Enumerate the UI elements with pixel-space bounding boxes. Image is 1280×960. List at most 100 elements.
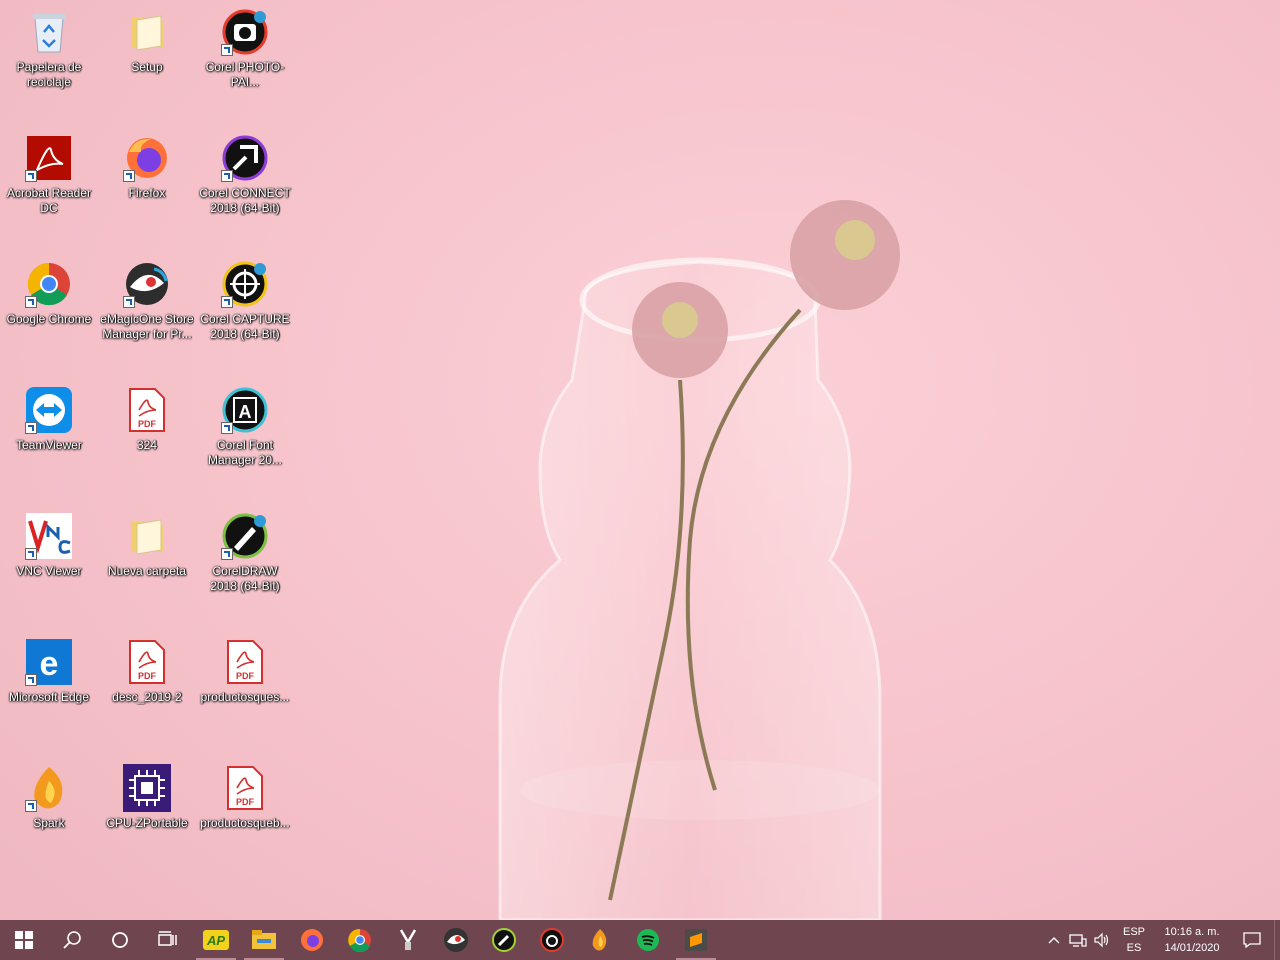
taskbar-spotify[interactable]: [624, 920, 672, 960]
desktop-icon-label: productosques...: [200, 690, 290, 704]
corel-capture-icon: [221, 260, 269, 308]
show-hidden-icons-button[interactable]: [1042, 920, 1066, 960]
desktop-icon-label: Corel PHOTO-PAI...: [205, 60, 285, 89]
pdf-file-icon: PDF: [221, 638, 269, 686]
desktop-icon-corel-photo-pai[interactable]: Corel PHOTO-PAI...: [197, 2, 293, 122]
shortcut-arrow-icon: [123, 170, 135, 182]
taskbar-ap-app[interactable]: AP: [192, 920, 240, 960]
desktop-icon-label: CorelDRAW 2018 (64-Bit): [210, 564, 280, 593]
pdf-file-icon: PDF: [123, 386, 171, 434]
speaker-icon: [1094, 932, 1109, 948]
firefox-icon: [301, 929, 323, 951]
desktop-icon-productosqueb[interactable]: PDF productosqueb...: [197, 758, 293, 878]
ap-app-icon: AP: [203, 930, 229, 950]
desktop-icon-corel-connect-2018-64-bit[interactable]: Corel CONNECT 2018 (64-Bit): [197, 128, 293, 248]
desktop-icon-label: Nueva carpeta: [107, 564, 187, 578]
spotify-icon: [637, 929, 659, 951]
start-icon: [15, 931, 33, 949]
taskbar-chrome[interactable]: [336, 920, 384, 960]
desktop-icon-label: Acrobat Reader DC: [6, 186, 92, 215]
file-explorer-icon: [252, 930, 276, 949]
folder-icon: [123, 512, 171, 560]
clock[interactable]: 10:16 a. m. 14/01/2020: [1154, 924, 1230, 956]
svg-text:A: A: [239, 402, 252, 422]
desktop-icon-microsoft-edge[interactable]: e Microsoft Edge: [1, 632, 97, 752]
svg-text:PDF: PDF: [236, 671, 255, 681]
volume-button[interactable]: [1090, 920, 1114, 960]
desktop-icon-productosques[interactable]: PDF productosques...: [197, 632, 293, 752]
emagicone-icon: [123, 260, 171, 308]
task-view-button[interactable]: [144, 920, 192, 960]
desktop-icon-label: VNC Viewer: [16, 564, 82, 578]
corel-font-manager-icon: A: [221, 386, 269, 434]
start-button[interactable]: [0, 920, 48, 960]
desktop-icon-desc-2019-2[interactable]: PDF desc_2019-2: [99, 632, 195, 752]
desktop-icon-google-chrome[interactable]: Google Chrome: [1, 254, 97, 374]
taskbar-corel-connect[interactable]: [480, 920, 528, 960]
recycle-bin-icon: [25, 8, 73, 56]
svg-text:PDF: PDF: [138, 419, 157, 429]
taskbar: AP ESP ES 10:16 a. m. 14/01/2020: [0, 920, 1280, 960]
taskbar-emagicone[interactable]: [432, 920, 480, 960]
desktop-icon-teamviewer[interactable]: TeamViewer: [1, 380, 97, 500]
taskbar-file-explorer[interactable]: [240, 920, 288, 960]
shortcut-arrow-icon: [221, 44, 233, 56]
svg-text:PDF: PDF: [138, 671, 157, 681]
desktop-icon-label: Google Chrome: [6, 312, 92, 326]
desktop-icon-setup[interactable]: Setup: [99, 2, 195, 122]
desktop-icon-spark[interactable]: Spark: [1, 758, 97, 878]
action-center-button[interactable]: [1230, 920, 1274, 960]
network-button[interactable]: [1066, 920, 1090, 960]
spark-icon: [25, 764, 73, 812]
task-view-icon: [158, 931, 177, 946]
desktop-icon-label: Papelera de reciclaje: [16, 60, 82, 89]
desktop-icon-emagicone-store-manager-for-pr[interactable]: eMagicOne Store Manager for Pr...: [99, 254, 195, 374]
shortcut-arrow-icon: [25, 800, 37, 812]
shortcut-arrow-icon: [221, 296, 233, 308]
taskbar-tool-app[interactable]: [384, 920, 432, 960]
desktop-icon-corel-capture-2018-64-bit[interactable]: Corel CAPTURE 2018 (64-Bit): [197, 254, 293, 374]
cortana-button[interactable]: [96, 920, 144, 960]
desktop-icon-label: Corel CAPTURE 2018 (64-Bit): [200, 312, 290, 341]
clock-time: 10:16 a. m.: [1164, 926, 1220, 938]
desktop-icon-papelera-de-reciclaje[interactable]: Papelera de reciclaje: [1, 2, 97, 122]
taskbar-spark[interactable]: [576, 920, 624, 960]
desktop-icon-label: Firefox: [128, 186, 166, 200]
cpu-z-icon: [123, 764, 171, 812]
desktop-icon-firefox[interactable]: Firefox: [99, 128, 195, 248]
search-button[interactable]: [48, 920, 96, 960]
svg-text:PDF: PDF: [236, 797, 255, 807]
taskbar-firefox[interactable]: [288, 920, 336, 960]
clock-date: 14/01/2020: [1164, 942, 1220, 954]
desktop-icon-coreldraw-2018-64-bit[interactable]: CorelDRAW 2018 (64-Bit): [197, 506, 293, 626]
taskbar-sublime-text[interactable]: [672, 920, 720, 960]
desktop-icon-label: Microsoft Edge: [8, 690, 90, 704]
chrome-icon: [25, 260, 73, 308]
pdf-file-icon: PDF: [123, 638, 171, 686]
desktop-icon-label: Corel CONNECT 2018 (64-Bit): [199, 186, 291, 215]
desktop-icon-label: productosqueb...: [200, 816, 290, 830]
cortana-icon: [112, 932, 128, 948]
shortcut-arrow-icon: [25, 548, 37, 560]
chevron-up-icon: [1048, 937, 1060, 944]
shortcut-arrow-icon: [25, 170, 37, 182]
corel-photo-paint-icon: [221, 8, 269, 56]
desktop-icon-nueva-carpeta[interactable]: Nueva carpeta: [99, 506, 195, 626]
corel-photo-paint-icon: [540, 928, 564, 952]
shortcut-arrow-icon: [25, 296, 37, 308]
taskbar-corel-photo-paint[interactable]: [528, 920, 576, 960]
desktop-icon-cpu-zportable[interactable]: CPU-ZPortable: [99, 758, 195, 878]
desktop-icon-vnc-viewer[interactable]: VNC Viewer: [1, 506, 97, 626]
desktop-icon-corel-font-manager-20[interactable]: A Corel Font Manager 20...: [197, 380, 293, 500]
corel-connect-icon: [492, 928, 516, 952]
desktop-icon-label: Corel Font Manager 20...: [207, 438, 283, 467]
desktop-icon-324[interactable]: PDF 324: [99, 380, 195, 500]
input-language[interactable]: ESP ES: [1114, 924, 1154, 956]
shortcut-arrow-icon: [221, 422, 233, 434]
shortcut-arrow-icon: [123, 296, 135, 308]
acrobat-reader-icon: [25, 134, 73, 182]
language-code: ESP: [1122, 926, 1145, 938]
desktop-icon-label: desc_2019-2: [112, 690, 182, 704]
desktop-icon-acrobat-reader-dc[interactable]: Acrobat Reader DC: [1, 128, 97, 248]
show-desktop-button[interactable]: [1274, 920, 1280, 960]
